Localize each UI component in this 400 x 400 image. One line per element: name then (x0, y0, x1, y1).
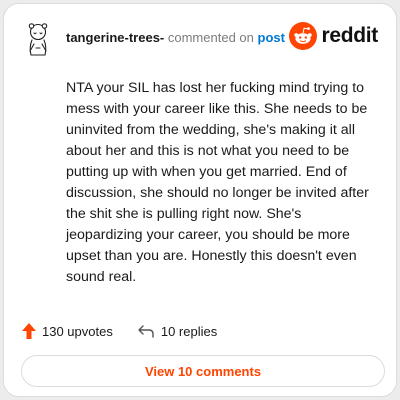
comment-header: tangerine-trees- commented on post reddi… (22, 20, 378, 60)
upvote-count: 130 upvotes (42, 323, 113, 339)
reply-count: 10 replies (160, 323, 218, 339)
upvote-arrow-icon (22, 323, 36, 339)
comment-actions: 130 upvotes 10 replies (22, 321, 217, 341)
reply-arrow-icon (138, 325, 154, 338)
reddit-logo[interactable]: reddit (289, 20, 378, 52)
comment-card: tangerine-trees- commented on post reddi… (3, 3, 397, 397)
replies-button[interactable]: 10 replies (137, 324, 217, 339)
reddit-snoo-icon (289, 22, 318, 50)
post-link[interactable]: post (258, 30, 285, 45)
comment-meta: tangerine-trees- commented on post (66, 30, 285, 45)
username-link[interactable]: tangerine-trees- (66, 30, 164, 45)
action-text: commented on (167, 30, 254, 45)
upvote-button[interactable]: 130 upvotes (22, 323, 113, 339)
brand-wordmark: reddit (321, 24, 378, 47)
view-comments-button[interactable]: View 10 comments (21, 355, 385, 387)
comment-body: NTA your SIL has lost her fucking mind t… (66, 80, 369, 285)
snoo-avatar-icon[interactable] (22, 20, 58, 60)
